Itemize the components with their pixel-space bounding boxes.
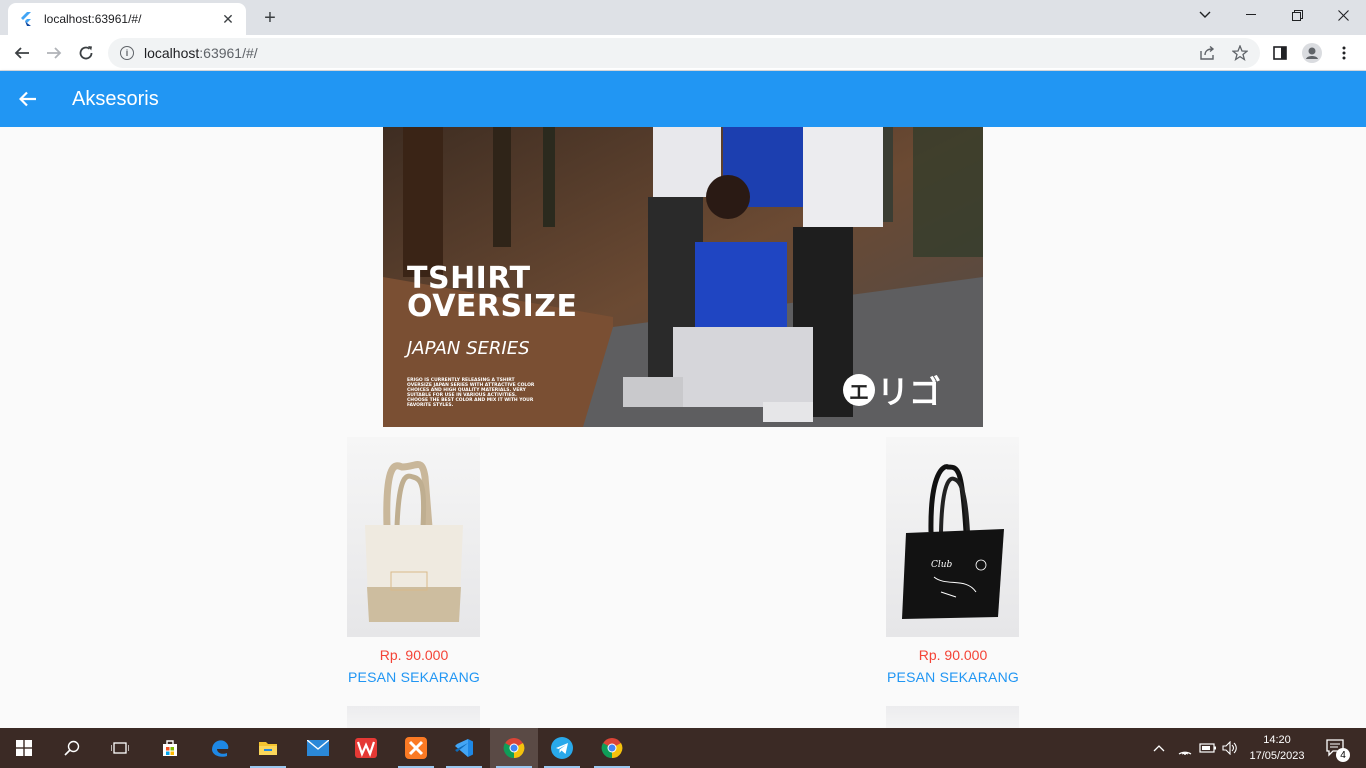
system-clock[interactable]: 14:20 17/05/2023 xyxy=(1244,732,1310,764)
side-panel-icon[interactable] xyxy=(1266,39,1294,67)
browser-tabstrip: localhost:63961/#/ ✕ + xyxy=(0,0,1366,35)
battery-icon[interactable] xyxy=(1197,728,1219,768)
product-card: Club Rp. 90.000 PESAN SEKARANG xyxy=(886,437,1020,685)
browser-toolbar: i localhost:63961/#/ xyxy=(0,35,1366,71)
wps-office-icon[interactable] xyxy=(342,728,390,768)
chrome-icon[interactable] xyxy=(490,728,538,768)
notification-badge: 4 xyxy=(1336,748,1350,762)
brand-logo-text: リゴ xyxy=(877,373,942,411)
banner-copy: ERIGO IS CURRENTLY RELEASING A TSHIRT OV… xyxy=(407,378,535,408)
minimize-button[interactable] xyxy=(1228,0,1274,30)
app-bar: Aksesoris xyxy=(0,71,1366,127)
restore-button[interactable] xyxy=(1274,0,1320,30)
clock-time: 14:20 xyxy=(1263,734,1291,746)
order-button[interactable]: PESAN SEKARANG xyxy=(347,669,481,685)
product-image[interactable]: Club xyxy=(886,437,1019,637)
show-hidden-icons-icon[interactable] xyxy=(1148,728,1170,768)
microsoft-store-icon[interactable] xyxy=(146,728,194,768)
wifi-icon[interactable] xyxy=(1174,728,1196,768)
browser-tab[interactable]: localhost:63961/#/ ✕ xyxy=(8,3,246,35)
profile-avatar-icon[interactable] xyxy=(1298,39,1326,67)
close-tab-icon[interactable]: ✕ xyxy=(220,11,236,27)
flutter-icon xyxy=(18,11,34,27)
site-info-icon[interactable]: i xyxy=(120,46,134,60)
tab-title: localhost:63961/#/ xyxy=(44,12,142,26)
order-button[interactable]: PESAN SEKARANG xyxy=(886,669,1020,685)
scroll-content[interactable]: TSHIRT OVERSIZE JAPAN SERIES ERIGO IS CU… xyxy=(0,127,1366,728)
reload-icon[interactable] xyxy=(72,39,100,67)
xampp-icon[interactable] xyxy=(392,728,440,768)
telegram-icon[interactable] xyxy=(538,728,586,768)
back-arrow-icon[interactable] xyxy=(0,71,56,127)
task-view-icon[interactable] xyxy=(96,728,144,768)
notification-center-icon[interactable]: 4 xyxy=(1318,728,1354,768)
tab-search-icon[interactable] xyxy=(1182,0,1228,30)
product-image-partial[interactable] xyxy=(347,706,480,728)
back-icon[interactable] xyxy=(8,39,36,67)
vscode-icon[interactable] xyxy=(440,728,488,768)
edge-browser-icon[interactable] xyxy=(196,728,244,768)
product-price: Rp. 90.000 xyxy=(918,647,988,663)
chrome-icon-second[interactable] xyxy=(588,728,636,768)
banner-series: JAPAN SERIES xyxy=(407,338,530,359)
product-price: Rp. 90.000 xyxy=(379,647,449,663)
product-image[interactable] xyxy=(347,437,480,637)
promo-banner: TSHIRT OVERSIZE JAPAN SERIES ERIGO IS CU… xyxy=(383,127,983,427)
url-host: localhost xyxy=(144,45,200,61)
search-icon[interactable] xyxy=(48,728,96,768)
bookmark-star-icon[interactable] xyxy=(1226,38,1254,68)
windows-taskbar: 14:20 17/05/2023 4 xyxy=(0,728,1366,768)
tote-bag-black: Club xyxy=(902,464,1004,619)
share-icon[interactable] xyxy=(1194,38,1222,68)
browser-menu-icon[interactable] xyxy=(1330,39,1358,67)
product-image-partial[interactable] xyxy=(886,706,1019,728)
mail-icon[interactable] xyxy=(294,728,342,768)
brand-logo-circle: エ xyxy=(843,374,875,406)
product-card: Rp. 90.000 PESAN SEKARANG xyxy=(347,437,481,685)
volume-icon[interactable] xyxy=(1219,728,1241,768)
page-title: Aksesoris xyxy=(72,87,159,110)
clock-date: 17/05/2023 xyxy=(1249,750,1305,762)
new-tab-button[interactable]: + xyxy=(258,6,282,30)
headline-line-2: OVERSIZE xyxy=(407,289,578,324)
close-window-button[interactable] xyxy=(1320,0,1366,30)
windows-start-icon[interactable] xyxy=(0,728,48,768)
url-path: :63961/#/ xyxy=(199,45,258,61)
brand-logo: エ リゴ xyxy=(843,367,941,413)
forward-icon[interactable] xyxy=(40,39,68,67)
tote-bag-natural xyxy=(365,461,463,622)
banner-headline: TSHIRT OVERSIZE xyxy=(407,264,578,324)
svg-text:Club: Club xyxy=(931,560,953,570)
address-bar[interactable]: i localhost:63961/#/ xyxy=(108,38,1260,68)
file-explorer-icon[interactable] xyxy=(244,728,292,768)
